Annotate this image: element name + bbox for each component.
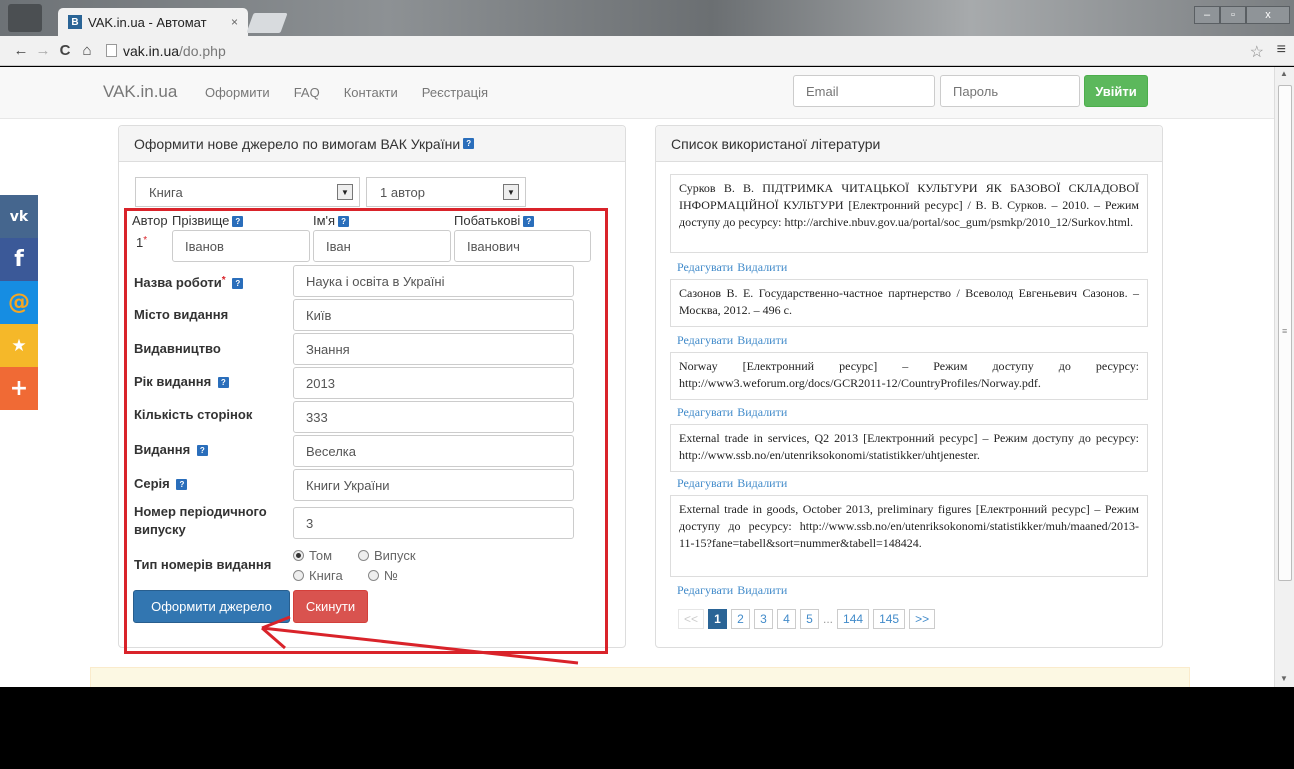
scroll-down-icon[interactable]: ▼ bbox=[1280, 674, 1288, 683]
minimize-button[interactable]: – bbox=[1194, 6, 1220, 24]
password-input[interactable] bbox=[940, 75, 1080, 107]
delete-link[interactable]: Видалити bbox=[737, 260, 787, 274]
scroll-up-icon[interactable]: ▲ bbox=[1280, 69, 1288, 78]
bookmark-star-icon[interactable]: ☆ bbox=[1250, 42, 1264, 62]
notice-banner bbox=[90, 667, 1190, 687]
submit-source-button[interactable]: Оформити джерело bbox=[133, 590, 290, 623]
close-window-button[interactable]: x bbox=[1246, 6, 1290, 24]
page-scrollbar[interactable]: ▲ ≡ ▼ bbox=[1274, 67, 1294, 687]
url-path: /do.php bbox=[179, 42, 226, 59]
references-panel-heading: Список використаної літератури bbox=[656, 126, 1162, 162]
delete-link[interactable]: Видалити bbox=[737, 333, 787, 347]
reference-actions: Редагувати Видалити bbox=[677, 260, 791, 275]
reference-actions: Редагувати Видалити bbox=[677, 405, 791, 420]
reference-item: Сазонов В. Е. Государственно-частное пар… bbox=[670, 279, 1148, 327]
pagination-page-4[interactable]: 4 bbox=[777, 609, 797, 629]
reset-button[interactable]: Скинути bbox=[293, 590, 368, 623]
edit-link[interactable]: Редагувати bbox=[677, 333, 733, 347]
browser-toolbar: ← → C ⌂ vak.in.ua/do.php ☆ ≡ bbox=[0, 36, 1294, 66]
email-input[interactable] bbox=[793, 75, 935, 107]
grip-icon: ≡ bbox=[1282, 326, 1288, 336]
pagination-page-2[interactable]: 2 bbox=[731, 609, 751, 629]
nav-link-faq[interactable]: FAQ bbox=[294, 85, 320, 100]
browser-profile-icon[interactable] bbox=[8, 4, 42, 32]
share-plus-icon[interactable]: + bbox=[0, 367, 38, 410]
pagination-page-145[interactable]: 145 bbox=[873, 609, 906, 629]
references-title: Список використаної літератури bbox=[671, 135, 881, 152]
new-tab-button[interactable] bbox=[246, 13, 288, 33]
login-button[interactable]: Увійти bbox=[1084, 75, 1148, 107]
edit-link[interactable]: Редагувати bbox=[677, 476, 733, 490]
reload-icon[interactable]: C bbox=[54, 42, 76, 59]
tab-title: VAK.in.ua - Автомат bbox=[88, 14, 207, 30]
reference-actions: Редагувати Видалити bbox=[677, 583, 791, 598]
nav-link-register[interactable]: Реєстрація bbox=[422, 85, 488, 100]
mail-icon[interactable]: @ bbox=[0, 281, 38, 324]
pagination-first[interactable]: << bbox=[678, 609, 705, 629]
reference-actions: Редагувати Видалити bbox=[677, 476, 791, 491]
reference-actions: Редагувати Видалити bbox=[677, 333, 791, 348]
maximize-button[interactable]: ▫ bbox=[1220, 6, 1246, 24]
pagination: << 1 2 3 4 5 ... 144 145 >> bbox=[678, 609, 939, 629]
edit-link[interactable]: Редагувати bbox=[677, 405, 733, 419]
vk-icon[interactable]: vk bbox=[0, 195, 38, 238]
edit-link[interactable]: Редагувати bbox=[677, 260, 733, 274]
highlight-annotation-box bbox=[124, 208, 608, 654]
delete-link[interactable]: Видалити bbox=[737, 405, 787, 419]
pagination-page-3[interactable]: 3 bbox=[754, 609, 774, 629]
help-icon[interactable]: ? bbox=[463, 138, 475, 149]
panel-title: Оформити нове джерело по вимогам ВАК Укр… bbox=[134, 135, 461, 152]
page-viewport: VAK.in.ua Оформити FAQ Контакти Реєстрац… bbox=[0, 67, 1274, 687]
scrollbar-thumb[interactable]: ≡ bbox=[1278, 85, 1292, 581]
authors-count-select[interactable]: 1 автор ▼ bbox=[366, 177, 526, 207]
authors-count-value: 1 автор bbox=[380, 185, 425, 200]
reference-item: External trade in services, Q2 2013 [Еле… bbox=[670, 424, 1148, 472]
social-share-bar: vk f @ ★ + bbox=[0, 195, 38, 410]
browser-tab[interactable]: B VAK.in.ua - Автомат × bbox=[58, 8, 248, 36]
facebook-icon[interactable]: f bbox=[0, 238, 38, 281]
delete-link[interactable]: Видалити bbox=[737, 476, 787, 490]
delete-link[interactable]: Видалити bbox=[737, 583, 787, 597]
reference-item: External trade in goods, October 2013, p… bbox=[670, 495, 1148, 577]
new-source-panel-heading: Оформити нове джерело по вимогам ВАК Укр… bbox=[119, 126, 625, 162]
pagination-last[interactable]: >> bbox=[909, 609, 936, 629]
home-icon[interactable]: ⌂ bbox=[76, 42, 98, 59]
pagination-ellipsis: ... bbox=[823, 612, 834, 626]
pagination-page-1[interactable]: 1 bbox=[708, 609, 728, 629]
nav-link-contacts[interactable]: Контакти bbox=[344, 85, 398, 100]
page-icon bbox=[106, 44, 117, 57]
edit-link[interactable]: Редагувати bbox=[677, 583, 733, 597]
reference-item: Сурков В. В. ПІДТРИМКА ЧИТАЦЬКОЇ КУЛЬТУР… bbox=[670, 174, 1148, 253]
pagination-page-5[interactable]: 5 bbox=[800, 609, 820, 629]
chevron-down-icon: ▼ bbox=[503, 184, 519, 200]
site-favicon-icon: B bbox=[68, 15, 82, 29]
favorites-star-icon[interactable]: ★ bbox=[0, 324, 38, 367]
address-bar[interactable]: vak.in.ua/do.php bbox=[106, 43, 226, 59]
browser-titlebar: B VAK.in.ua - Автомат × – ▫ x bbox=[0, 0, 1294, 36]
reference-item: Norway [Електронний ресурс] – Режим дост… bbox=[670, 352, 1148, 400]
nav-link-oformyty[interactable]: Оформити bbox=[205, 85, 270, 100]
forward-arrow-icon[interactable]: → bbox=[32, 42, 54, 59]
chevron-down-icon: ▼ bbox=[337, 184, 353, 200]
window-controls: – ▫ x bbox=[1194, 6, 1290, 24]
site-brand[interactable]: VAK.in.ua bbox=[103, 82, 177, 102]
nav-links: Оформити FAQ Контакти Реєстрація bbox=[205, 85, 512, 100]
source-type-select[interactable]: Книга ▼ bbox=[135, 177, 360, 207]
url-host: vak.in.ua bbox=[123, 42, 180, 59]
site-navbar: VAK.in.ua Оформити FAQ Контакти Реєстрац… bbox=[0, 67, 1274, 119]
back-arrow-icon[interactable]: ← bbox=[10, 42, 32, 59]
pagination-page-144[interactable]: 144 bbox=[837, 609, 870, 629]
source-type-value: Книга bbox=[149, 185, 183, 200]
browser-menu-icon[interactable]: ≡ bbox=[1277, 41, 1286, 59]
tab-close-icon[interactable]: × bbox=[231, 15, 238, 29]
